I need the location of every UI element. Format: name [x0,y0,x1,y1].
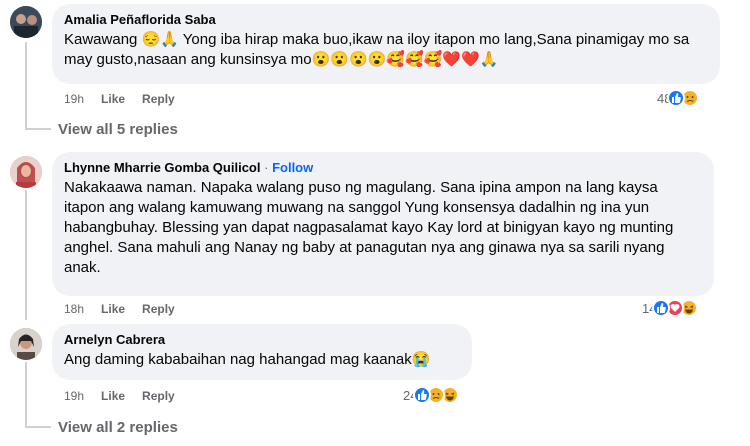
comment-author[interactable]: Amalia Peñaflorida Saba [64,12,708,28]
reaction-summary[interactable]: 14 [642,299,699,317]
like-button[interactable]: Like [101,389,125,403]
thread-line [25,426,51,428]
reply-button[interactable]: Reply [142,92,175,106]
comment-actions: 19h Like Reply [64,92,192,106]
reaction-summary[interactable]: 24 [403,386,460,404]
reply-button[interactable]: Reply [142,389,175,403]
reply-button[interactable]: Reply [142,302,175,316]
comment-time[interactable]: 19h [64,389,84,403]
separator: · [264,160,269,175]
like-button[interactable]: Like [101,302,125,316]
thread-line [25,190,27,320]
comment-bubble: Amalia Peñaflorida Saba Kawawang 😔🙏 Yong… [52,4,720,84]
view-replies-link[interactable]: View all 2 replies [58,419,178,436]
thread-line [25,362,27,426]
comment-actions: 19h Like Reply [64,389,192,403]
comment-bubble: Lhynne Mharrie Gomba Quilicol · Follow N… [52,152,714,296]
avatar[interactable] [10,156,42,188]
comment-text: Nakakaawa naman. Napaka walang puso ng m… [64,179,674,276]
comment-author[interactable]: Lhynne Mharrie Gomba Quilicol [64,160,260,175]
comment-text: Kawawang 😔🙏 Yong iba hirap maka buo,ikaw… [64,31,690,68]
view-replies-link[interactable]: View all 5 replies [58,121,178,138]
comment-time[interactable]: 18h [64,302,84,316]
thread-line [25,128,51,130]
like-button[interactable]: Like [101,92,125,106]
comment-bubble: Arnelyn Cabrera Ang daming kababaihan na… [52,324,472,380]
follow-button[interactable]: Follow [272,160,313,175]
comment-author[interactable]: Arnelyn Cabrera [64,332,460,348]
avatar[interactable] [10,328,42,360]
reaction-summary[interactable]: 48 [657,89,700,107]
comment-actions: 18h Like Reply [64,302,192,316]
comment-author-line: Lhynne Mharrie Gomba Quilicol · Follow [64,160,702,176]
thread-line [25,42,27,128]
comment-text: Ang daming kababaihan nag hahangad mag k… [64,351,431,368]
avatar[interactable] [10,6,42,38]
comment-time[interactable]: 19h [64,92,84,106]
